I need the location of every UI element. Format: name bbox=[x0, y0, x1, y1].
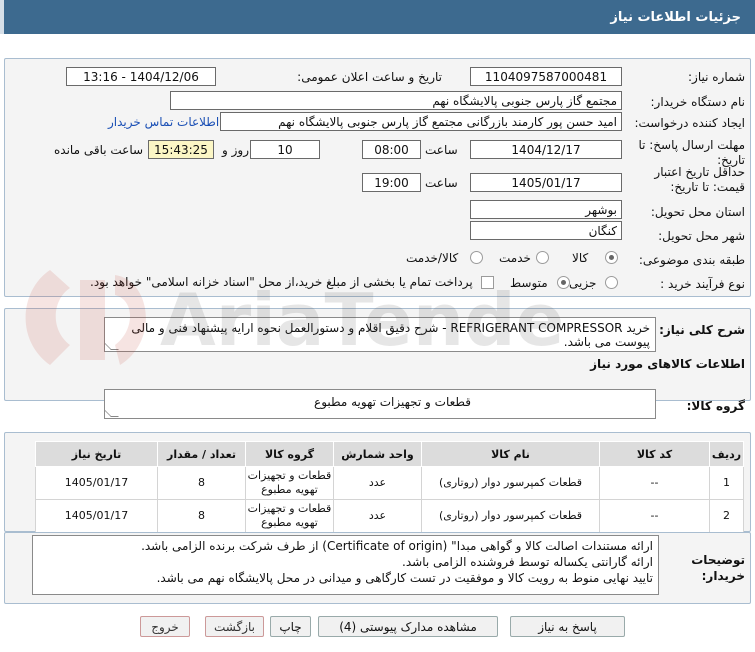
category-both-radio[interactable] bbox=[470, 251, 483, 264]
days-field: 10 bbox=[250, 140, 320, 159]
need-number-field: 1104097587000481 bbox=[470, 67, 622, 86]
goods-group-label: گروه کالا: bbox=[686, 399, 745, 413]
validity-time-label: ساعت bbox=[425, 176, 458, 190]
process-label: نوع فرآیند خرید : bbox=[660, 277, 745, 291]
city-label: شهر محل تحویل: bbox=[658, 229, 745, 243]
buyer-note-line: ارائه مستندات اصالت کالا و گواهی مبدا" (… bbox=[141, 539, 653, 553]
back-button[interactable]: بازگشت bbox=[205, 616, 264, 637]
cell-row: 2 bbox=[709, 499, 744, 533]
cell-name: قطعات کمپرسور دوار (روتاری) bbox=[421, 466, 600, 500]
cell-qty: 8 bbox=[157, 499, 246, 533]
need-number-label: شماره نیاز: bbox=[688, 70, 745, 84]
col-row: ردیف bbox=[709, 441, 744, 467]
goods-section-title: اطلاعات کالاهای مورد نیاز bbox=[590, 357, 745, 371]
cell-qty: 8 bbox=[157, 466, 246, 500]
col-date: تاریخ نیاز bbox=[35, 441, 158, 467]
buyer-note-line: ارائه گارانتی یکساله توسط فروشنده الزامی… bbox=[402, 555, 653, 569]
cell-date: 1405/01/17 bbox=[35, 466, 158, 500]
price-validity-label: حداقل تاریخ اعتبار قیمت: تا تاریخ: bbox=[654, 165, 745, 194]
process-medium-label: متوسط bbox=[510, 276, 548, 290]
creator-label: ایجاد کننده درخواست: bbox=[634, 116, 745, 130]
treasury-payment-note: پرداخت تمام یا بخشی از مبلغ خرید،از محل … bbox=[90, 275, 473, 289]
remaining-time-field: 15:43:25 bbox=[148, 140, 214, 159]
buyer-notes-textarea: ارائه مستندات اصالت کالا و گواهی مبدا" (… bbox=[32, 535, 659, 595]
description-text: خرید REFRIGERANT COMPRESSOR - شرح دقیق ا… bbox=[131, 321, 650, 349]
col-name: نام کالا bbox=[421, 441, 600, 467]
col-code: کد کالا bbox=[599, 441, 710, 467]
resize-grip-icon[interactable] bbox=[105, 409, 119, 417]
buyer-notes-label: توضیحات خریدار: bbox=[691, 553, 745, 583]
reply-deadline-label: مهلت ارسال پاسخ: تا تاریخ: bbox=[638, 138, 745, 167]
validity-time-field: 19:00 bbox=[362, 173, 421, 192]
buyer-contact-link[interactable]: اطلاعات تماس خریدار bbox=[108, 115, 219, 129]
cell-code: -- bbox=[599, 499, 710, 533]
col-unit: واحد شمارش bbox=[333, 441, 422, 467]
cell-group: قطعات و تجهیزات تهویه مطبوع bbox=[245, 466, 334, 500]
announce-label: تاریخ و ساعت اعلان عمومی: bbox=[297, 70, 442, 84]
col-group: گروه کالا bbox=[245, 441, 334, 467]
reply-date-field: 1404/12/17 bbox=[470, 140, 622, 159]
category-label: طبقه بندی موضوعی: bbox=[638, 253, 745, 267]
process-medium-radio[interactable] bbox=[557, 276, 570, 289]
goods-table-header: ردیف کد کالا نام کالا واحد شمارش گروه کا… bbox=[35, 441, 744, 467]
province-field: بوشهر bbox=[470, 200, 622, 219]
announce-field: 1404/12/06 - 13:16 bbox=[66, 67, 216, 86]
validity-date-field: 1405/01/17 bbox=[470, 173, 622, 192]
process-minor-label: جزیی bbox=[569, 276, 597, 290]
city-field: کنگان bbox=[470, 221, 622, 240]
goods-table: ردیف کد کالا نام کالا واحد شمارش گروه کا… bbox=[35, 441, 744, 533]
days-label: روز و bbox=[222, 143, 249, 157]
goods-group-box: قطعات و تجهیزات تهویه مطبوع bbox=[104, 389, 656, 419]
buyer-note-line: تایید نهایی منوط به رویت کالا و موفقیت د… bbox=[156, 571, 653, 585]
treasury-payment-checkbox[interactable] bbox=[481, 276, 494, 289]
page-title: جزئیات اطلاعات نیاز bbox=[610, 9, 741, 25]
reply-button[interactable]: پاسخ به نیاز bbox=[510, 616, 625, 637]
cell-unit: عدد bbox=[333, 466, 422, 500]
creator-field: امید حسن پور کارمند بازرگانی مجتمع گاز پ… bbox=[220, 112, 622, 131]
cell-group: قطعات و تجهیزات تهویه مطبوع bbox=[245, 499, 334, 533]
category-both-label: کالا/خدمت bbox=[406, 251, 459, 265]
cell-code: -- bbox=[599, 466, 710, 500]
remaining-label: ساعت باقی مانده bbox=[54, 143, 144, 157]
province-label: استان محل تحویل: bbox=[650, 205, 745, 219]
cell-row: 1 bbox=[709, 466, 744, 500]
category-goods-radio[interactable] bbox=[605, 251, 618, 264]
category-service-radio[interactable] bbox=[536, 251, 549, 264]
col-qty: تعداد / مقدار bbox=[157, 441, 246, 467]
table-row[interactable]: 2 -- قطعات کمپرسور دوار (روتاری) عدد قطع… bbox=[35, 499, 744, 533]
category-service-label: خدمت bbox=[499, 251, 531, 265]
cell-unit: عدد bbox=[333, 499, 422, 533]
buyer-org-label: نام دستگاه خریدار: bbox=[650, 95, 746, 109]
page-title-bar: جزئیات اطلاعات نیاز bbox=[0, 0, 755, 34]
exit-button[interactable]: خروج bbox=[140, 616, 190, 637]
reply-time-label: ساعت bbox=[425, 143, 458, 157]
process-minor-radio[interactable] bbox=[605, 276, 618, 289]
cell-date: 1405/01/17 bbox=[35, 499, 158, 533]
print-button[interactable]: چاپ bbox=[270, 616, 311, 637]
goods-group-value: قطعات و تجهیزات تهویه مطبوع bbox=[314, 395, 471, 409]
category-goods-label: کالا bbox=[572, 251, 589, 265]
title-strip bbox=[0, 0, 4, 34]
view-attachments-button[interactable]: مشاهده مدارک پیوستی (4) bbox=[318, 616, 498, 637]
reply-time-field: 08:00 bbox=[362, 140, 421, 159]
table-row[interactable]: 1 -- قطعات کمپرسور دوار (روتاری) عدد قطع… bbox=[35, 466, 744, 500]
description-label: شرح کلی نیاز: bbox=[659, 323, 745, 337]
goods-table-panel: ردیف کد کالا نام کالا واحد شمارش گروه کا… bbox=[4, 432, 751, 533]
cell-name: قطعات کمپرسور دوار (روتاری) bbox=[421, 499, 600, 533]
description-textarea: خرید REFRIGERANT COMPRESSOR - شرح دقیق ا… bbox=[104, 317, 656, 352]
buyer-org-field: مجتمع گاز پارس جنوبی پالایشگاه نهم bbox=[170, 91, 622, 110]
